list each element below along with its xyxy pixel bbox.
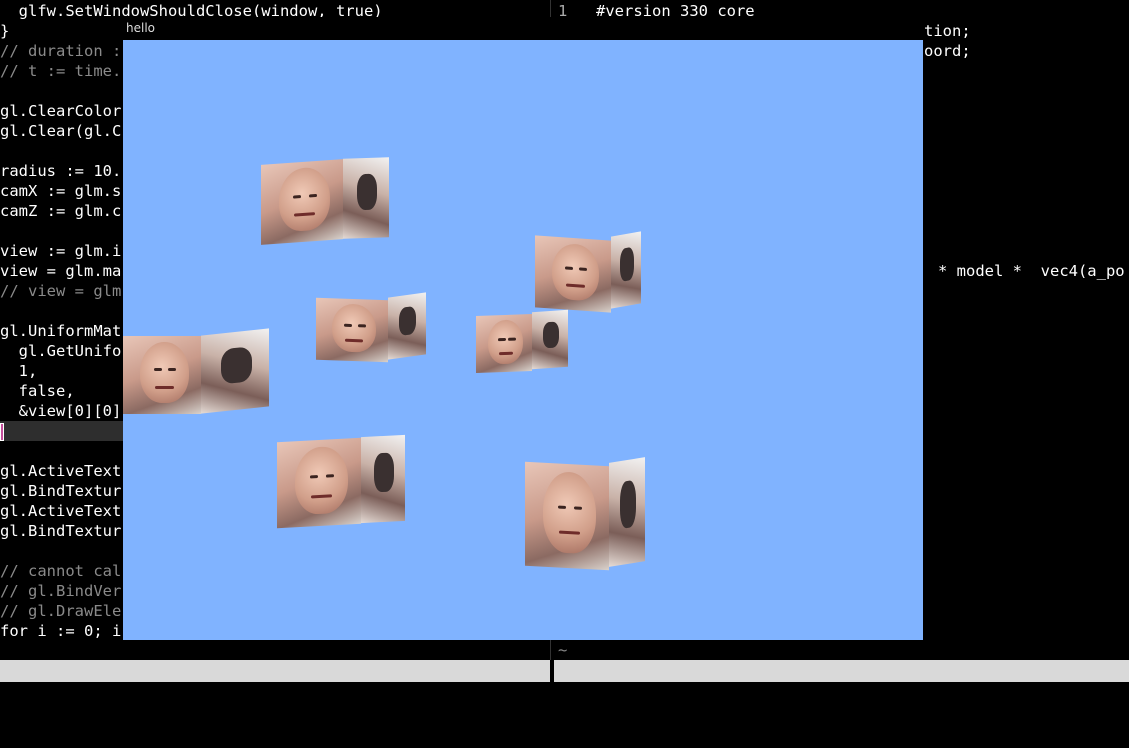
cube-face [316,297,388,363]
code-line: 1, [0,362,38,380]
code-line: false, [0,382,75,400]
status-cursor-position: 209,3-5 [366,706,432,724]
face-texture [543,471,596,555]
code-line: // gl.BindVer [0,582,122,600]
code-line: gl.ClearColor [0,102,122,120]
textured-cube [316,292,426,363]
eye-texture [357,324,366,328]
face-texture-shadow [619,479,636,529]
eye-texture [310,475,319,479]
command-line[interactable] [0,682,1129,689]
mouth-texture [498,351,513,355]
left-status-bar: .odin 209,3-5 88% [0,660,550,746]
eye-texture [153,367,162,371]
cube-face [343,157,389,239]
code-line: gl.BindTextur [0,482,122,500]
code-line: // duration : [0,42,122,60]
face-texture [279,166,330,233]
face-texture-shadow [620,247,634,282]
code-line: gl.BindTextur [0,522,122,540]
status-scroll-percent: 88% [516,728,544,746]
eye-texture [579,267,588,272]
eye-texture [573,506,582,511]
code-line: // t := time. [0,62,122,80]
eye-texture [293,194,302,199]
cube-face [611,231,641,309]
textured-cube [123,328,269,414]
face-texture [551,242,599,302]
cube-face [532,309,568,370]
mouth-texture [154,386,174,390]
eye-texture [508,337,517,342]
code-line: camX := glm.s [0,182,122,200]
face-texture [295,445,348,516]
eye-texture [344,323,353,328]
eye-texture [168,367,177,371]
cube-face [261,159,343,245]
code-line: gl.ActiveText [0,502,122,520]
code-line: // cannot cal [0,562,122,580]
eye-texture [308,193,317,198]
code-line: camZ := glm.c [0,202,122,220]
face-texture-shadow [221,345,252,385]
eye-texture [564,266,573,271]
code-line: gl.GetUnifo [0,342,122,360]
textured-cube [476,309,568,373]
face-texture-shadow [399,306,417,337]
code-line: gl.ActiveText [0,462,122,480]
mouth-texture [559,530,580,535]
cube-face [123,336,201,414]
mouth-texture [565,283,585,288]
code-line: radius := 10. [0,162,122,180]
face-texture-shadow [356,173,378,211]
code-line: // gl.DrawEle [0,602,122,620]
status-cursor-position: 1,17 [1016,706,1054,724]
textured-cube [277,434,405,529]
face-texture [140,342,189,404]
code-line: // view = glm [0,282,122,300]
eye-texture [498,338,507,342]
cube-face [525,461,609,571]
cube-face [609,457,645,567]
gl-window-title: hello [126,21,155,35]
mouth-texture [345,338,364,343]
eye-texture [325,474,334,478]
mouth-texture [311,494,332,499]
face-texture [488,318,524,365]
face-texture-shadow [542,321,559,349]
cube-face [476,314,532,373]
textured-cube [525,457,645,571]
code-line: gl.Clear(gl.C [0,122,122,140]
code-line: for i := 0; i [0,622,122,640]
code-line: view = glm.ma [0,262,122,280]
code-line: &view[0][0] [0,402,122,420]
gl-window[interactable]: hello [123,17,923,640]
textured-cube [535,231,641,313]
textured-cube [261,157,389,245]
code-line: view := glm.i [0,242,122,260]
empty-line-tilde: ~ [558,641,568,659]
code-line: oord; [924,42,971,60]
eye-texture [558,505,567,510]
code-line: * model * vec4(a_po [938,262,1125,280]
code-line: gl.UniformMat [0,322,122,340]
cube-face [277,437,361,529]
cube-face [201,328,269,414]
code-line: } [0,22,10,40]
text-cursor [0,422,4,441]
cube-face [361,434,405,524]
cube-face [535,235,611,313]
cube-face [388,292,426,360]
gl-render-canvas[interactable] [123,40,923,640]
mouth-texture [294,212,315,217]
face-texture-shadow [374,452,394,493]
face-texture [331,303,377,354]
gl-window-titlebar[interactable]: hello [123,17,923,40]
right-status-bar: res/shaders/tri.vert 1,17 [554,660,1129,724]
code-line: tion; [924,22,971,40]
